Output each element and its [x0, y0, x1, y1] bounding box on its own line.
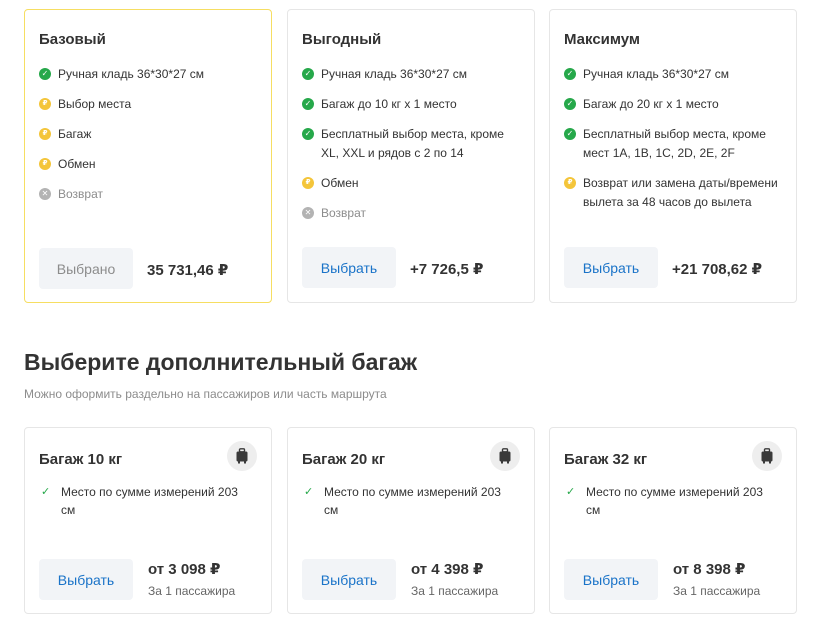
suitcase-icon — [752, 441, 782, 471]
feature-item: ✓ Место по сумме измерений 203 см — [564, 483, 776, 519]
feature-text: Багаж до 20 кг х 1 место — [583, 97, 719, 111]
luggage-price: от 3 098 ₽ — [148, 561, 221, 578]
ruble-coin-icon: ₽ — [302, 177, 314, 189]
feature-text: Ручная кладь 36*30*27 см — [321, 67, 468, 81]
feature-item: ₽ Выбор места — [39, 95, 259, 114]
feature-text: Обмен — [321, 176, 359, 190]
select-button[interactable]: Выбрать — [302, 559, 396, 600]
feature-text: Багаж — [58, 127, 92, 141]
feature-text: Место по сумме измерений 203 см — [61, 485, 238, 517]
luggage-price: от 8 398 ₽ — [673, 561, 746, 578]
tariff-price: 35 731,46 ₽ — [147, 262, 229, 279]
select-button[interactable]: Выбрать — [564, 559, 658, 600]
luggage-title: Багаж 32 кг — [564, 451, 648, 468]
luggage-price-note: За 1 пассажира — [673, 584, 761, 598]
section-title: Выберите дополнительный багаж — [24, 349, 418, 375]
feature-text: Ручная кладь 36*30*27 см — [583, 67, 730, 81]
check-circle-icon: ✓ — [39, 68, 51, 80]
feature-item: ✓ Ручная кладь 36*30*27 см — [302, 65, 522, 84]
luggage-price-note: За 1 пассажира — [148, 584, 236, 598]
tariff-title: Максимум — [564, 31, 641, 48]
luggage-title: Багаж 20 кг — [302, 451, 386, 468]
feature-text: Место по сумме измерений 203 см — [586, 485, 763, 517]
feature-item: ₽ Багаж — [39, 125, 259, 144]
tariff-title: Базовый — [39, 31, 106, 48]
feature-item: ✓ Место по сумме измерений 203 см — [39, 483, 251, 519]
check-circle-icon: ✓ — [302, 68, 314, 80]
section-subtitle: Можно оформить раздельно на пассажиров и… — [24, 387, 387, 401]
luggage-price: от 4 398 ₽ — [411, 561, 484, 578]
feature-item: ✕ Возврат — [39, 185, 259, 204]
luggage-price-note: За 1 пассажира — [411, 584, 499, 598]
luggage-card-20kg[interactable]: Багаж 20 кг ✓ Место по сумме измерений 2… — [287, 427, 535, 614]
luggage-card-32kg[interactable]: Багаж 32 кг ✓ Место по сумме измерений 2… — [549, 427, 797, 614]
tariff-features: ✓ Ручная кладь 36*30*27 см ₽ Выбор места… — [39, 65, 259, 204]
select-button[interactable]: Выбрать — [302, 247, 396, 288]
feature-text: Выбор места — [58, 97, 132, 111]
feature-text: Обмен — [58, 157, 96, 171]
feature-item: ✓ Ручная кладь 36*30*27 см — [564, 65, 784, 84]
feature-item: ✓ Место по сумме измерений 203 см — [302, 483, 514, 519]
luggage-features: ✓ Место по сумме измерений 203 см — [302, 483, 514, 519]
suitcase-icon — [490, 441, 520, 471]
check-circle-icon: ✓ — [302, 128, 314, 140]
selected-button[interactable]: Выбрано — [39, 248, 133, 289]
check-icon: ✓ — [304, 486, 314, 498]
tariff-price: +7 726,5 ₽ — [410, 261, 484, 278]
close-circle-icon: ✕ — [302, 207, 314, 219]
tariff-features: ✓ Ручная кладь 36*30*27 см ✓ Багаж до 20… — [564, 65, 784, 212]
feature-text: Возврат — [58, 187, 103, 201]
feature-item: ✓ Бесплатный выбор места, кроме XL, XXL … — [302, 125, 522, 163]
ruble-coin-icon: ₽ — [39, 98, 51, 110]
select-button[interactable]: Выбрать — [39, 559, 133, 600]
tariff-card-basic[interactable]: Базовый ✓ Ручная кладь 36*30*27 см ₽ Выб… — [24, 9, 272, 303]
tariff-card-maximum[interactable]: Максимум ✓ Ручная кладь 36*30*27 см ✓ Ба… — [549, 9, 797, 303]
feature-text: Ручная кладь 36*30*27 см — [58, 67, 205, 81]
feature-text: Багаж до 10 кг х 1 место — [321, 97, 457, 111]
luggage-features: ✓ Место по сумме измерений 203 см — [39, 483, 251, 519]
feature-item: ✓ Багаж до 20 кг х 1 место — [564, 95, 784, 114]
close-circle-icon: ✕ — [39, 188, 51, 200]
feature-item: ₽ Возврат или замена даты/времени вылета… — [564, 174, 784, 212]
check-circle-icon: ✓ — [564, 128, 576, 140]
feature-item: ₽ Обмен — [302, 174, 522, 193]
check-circle-icon: ✓ — [564, 98, 576, 110]
feature-text: Место по сумме измерений 203 см — [324, 485, 501, 517]
tariff-price: +21 708,62 ₽ — [672, 261, 763, 278]
check-circle-icon: ✓ — [302, 98, 314, 110]
luggage-features: ✓ Место по сумме измерений 203 см — [564, 483, 776, 519]
feature-item: ✓ Бесплатный выбор места, кроме мест 1A,… — [564, 125, 784, 163]
tariff-card-profitable[interactable]: Выгодный ✓ Ручная кладь 36*30*27 см ✓ Ба… — [287, 9, 535, 303]
check-icon: ✓ — [41, 486, 51, 498]
suitcase-icon — [227, 441, 257, 471]
ruble-coin-icon: ₽ — [39, 158, 51, 170]
luggage-title: Багаж 10 кг — [39, 451, 123, 468]
feature-item: ✓ Багаж до 10 кг х 1 место — [302, 95, 522, 114]
feature-text: Бесплатный выбор места, кроме XL, XXL и … — [321, 127, 504, 160]
tariff-features: ✓ Ручная кладь 36*30*27 см ✓ Багаж до 10… — [302, 65, 522, 223]
feature-text: Возврат или замена даты/времени вылета з… — [583, 176, 778, 209]
select-button[interactable]: Выбрать — [564, 247, 658, 288]
feature-text: Возврат — [321, 206, 366, 220]
check-circle-icon: ✓ — [564, 68, 576, 80]
ruble-coin-icon: ₽ — [39, 128, 51, 140]
feature-text: Бесплатный выбор места, кроме мест 1A, 1… — [583, 127, 766, 160]
feature-item: ✕ Возврат — [302, 204, 522, 223]
ruble-coin-icon: ₽ — [564, 177, 576, 189]
check-icon: ✓ — [566, 486, 576, 498]
feature-item: ₽ Обмен — [39, 155, 259, 174]
luggage-card-10kg[interactable]: Багаж 10 кг ✓ Место по сумме измерений 2… — [24, 427, 272, 614]
feature-item: ✓ Ручная кладь 36*30*27 см — [39, 65, 259, 84]
tariff-title: Выгодный — [302, 31, 382, 48]
